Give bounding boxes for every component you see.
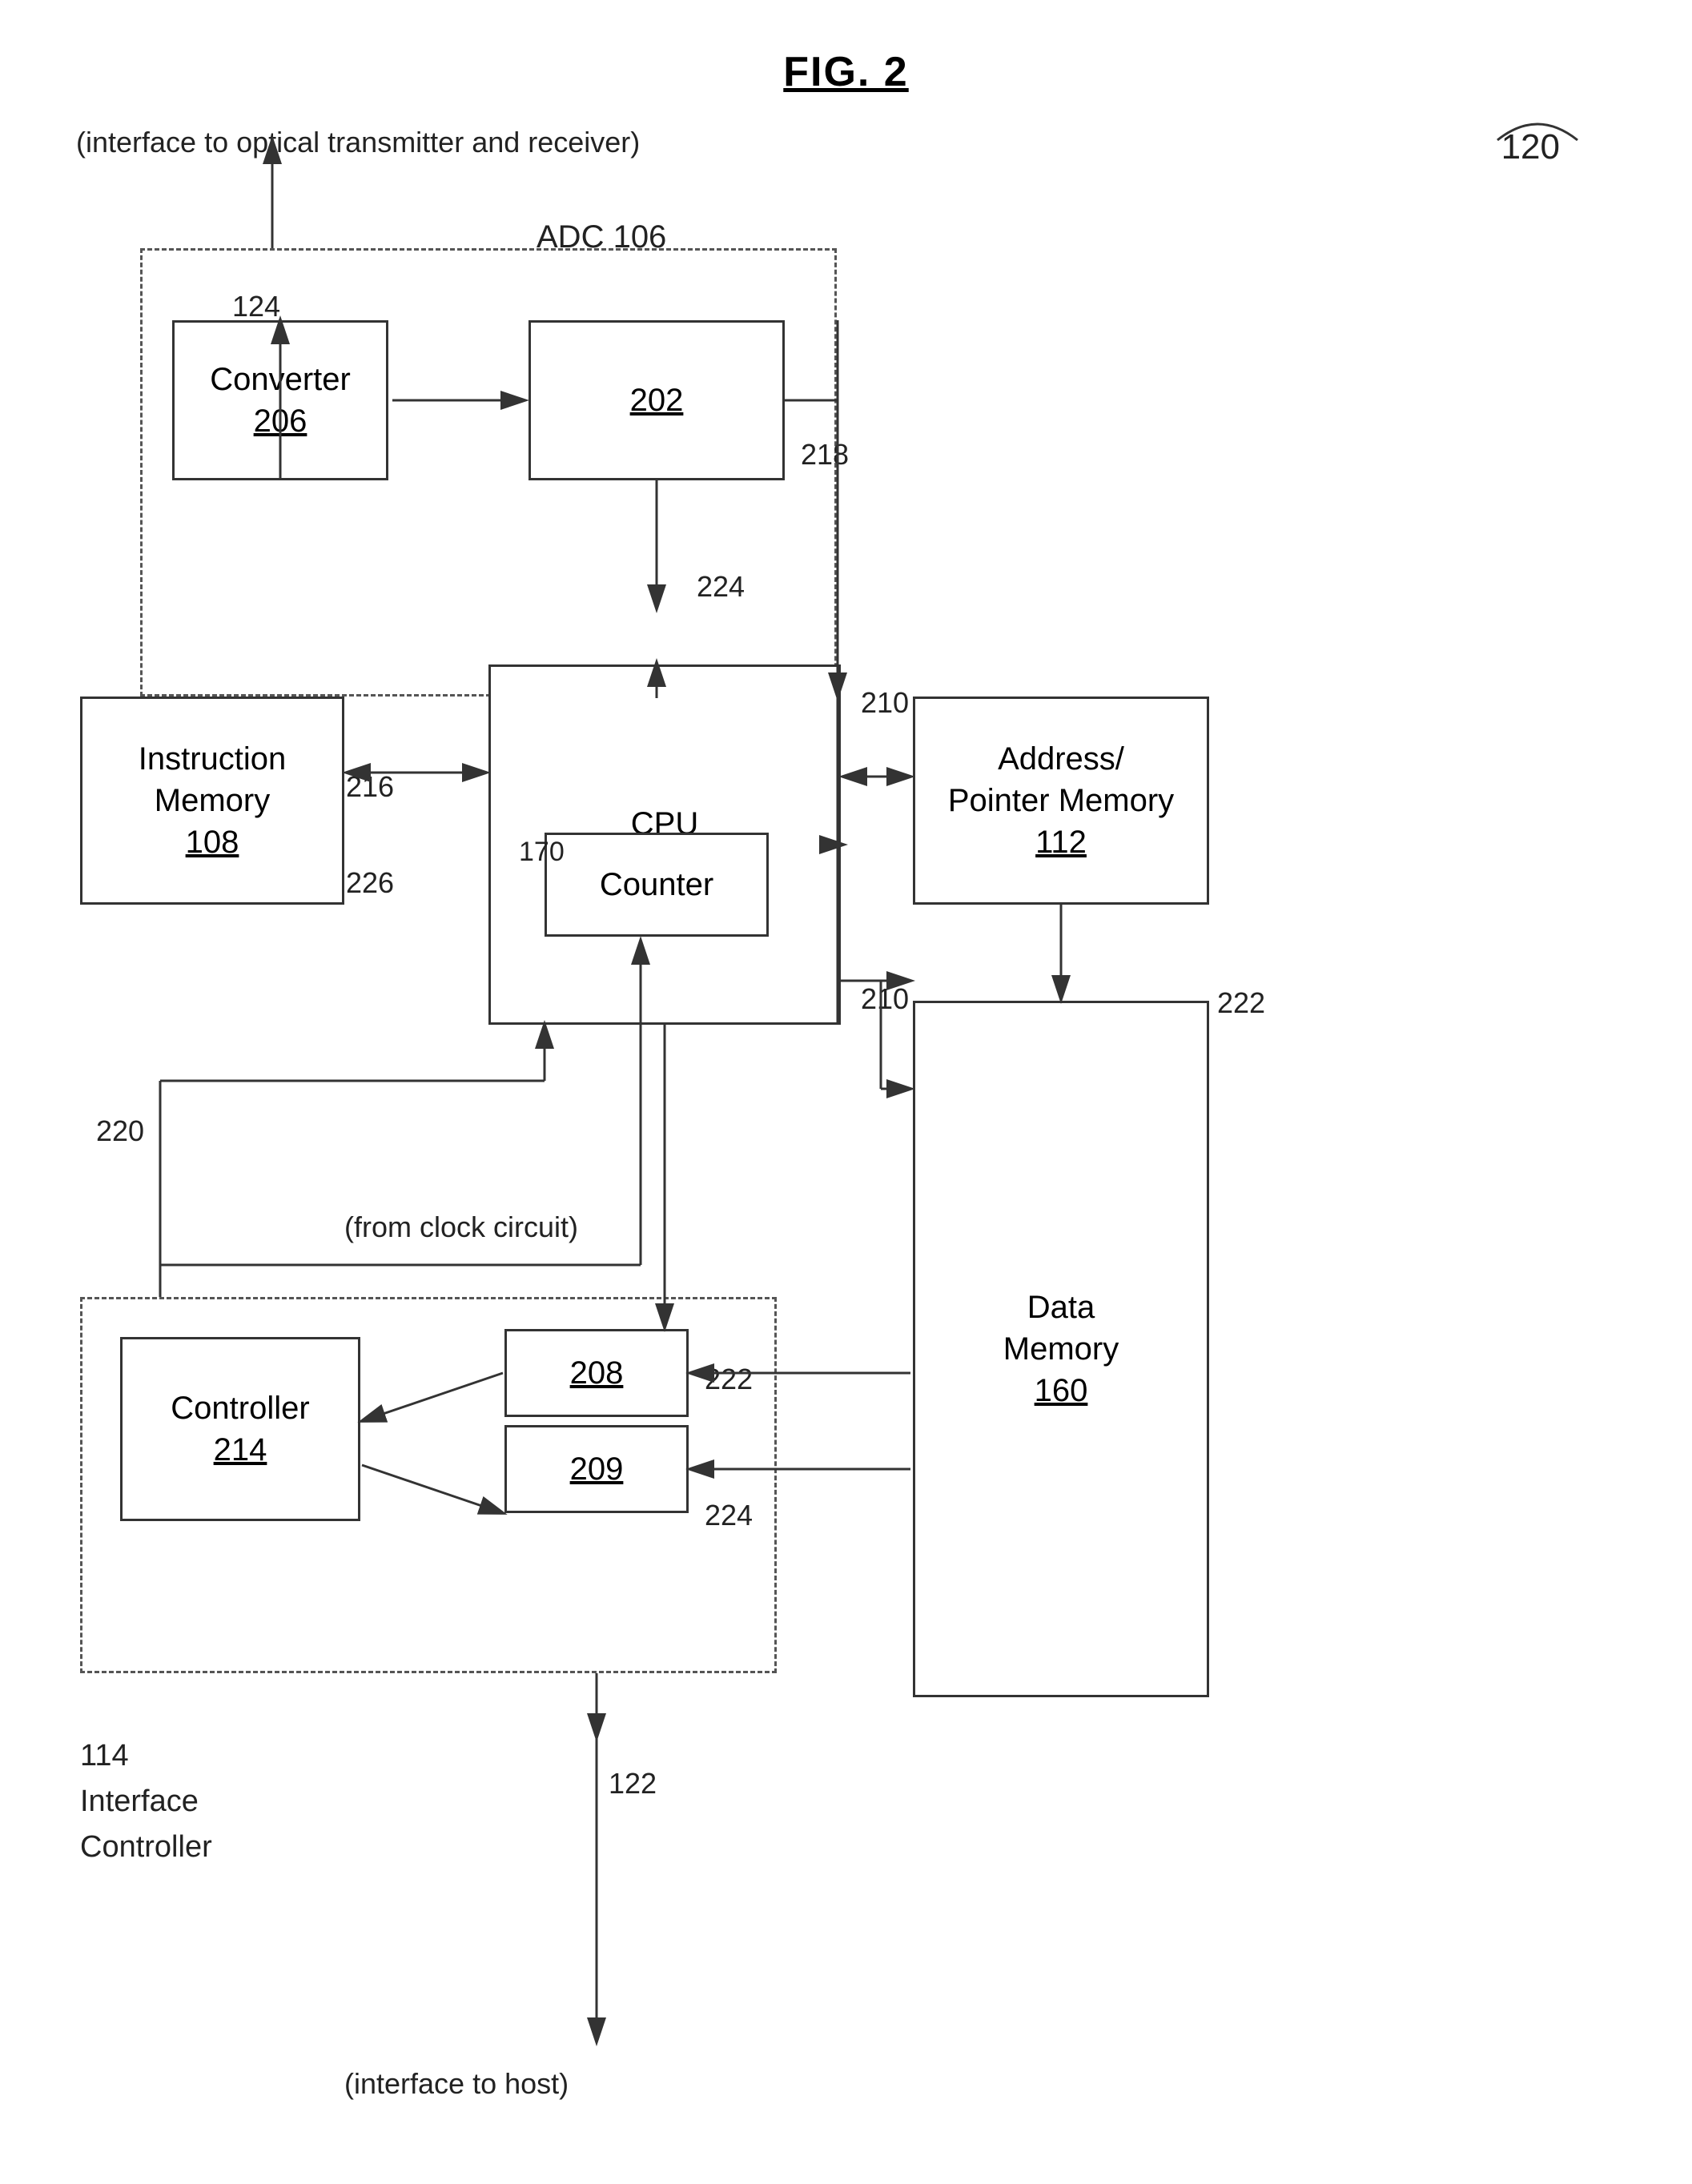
counter-ref: 170	[519, 834, 565, 869]
ref-210-top: 210	[861, 685, 909, 722]
apm-label: Address/Pointer Memory	[948, 738, 1174, 821]
instruction-memory-box: InstructionMemory 108	[80, 697, 344, 905]
dm-number: 160	[1035, 1370, 1088, 1411]
interface-optical-label: (interface to optical transmitter and re…	[76, 124, 640, 162]
ref-122: 122	[609, 1765, 657, 1803]
interface-controller-label: 114InterfaceController	[80, 1733, 212, 1870]
converter-box: Converter 206	[172, 320, 388, 480]
address-pointer-memory-box: Address/Pointer Memory 112	[913, 697, 1209, 905]
ref-224-top: 224	[697, 568, 745, 606]
box209: 209	[504, 1425, 689, 1513]
converter-label: Converter	[210, 359, 351, 400]
ref-218: 218	[801, 436, 849, 474]
im-label: InstructionMemory	[139, 738, 287, 821]
apm-number: 112	[1035, 821, 1087, 863]
counter-box: Counter	[545, 833, 769, 937]
ref-222-mid: 222	[705, 1361, 753, 1399]
box208-number: 208	[570, 1352, 624, 1394]
dm-label: DataMemory	[1003, 1287, 1119, 1370]
interface-host-label: (interface to host)	[344, 2066, 569, 2103]
box202-number: 202	[630, 379, 684, 421]
controller-box: Controller 214	[120, 1337, 360, 1521]
from-clock-label: (from clock circuit)	[344, 1209, 578, 1247]
ctrl-label: Controller	[171, 1387, 309, 1429]
box202: 202	[528, 320, 785, 480]
ref-220: 220	[96, 1113, 144, 1150]
box208: 208	[504, 1329, 689, 1417]
ref-210-mid: 210	[861, 981, 909, 1018]
box209-number: 209	[570, 1448, 624, 1490]
data-memory-box: DataMemory 160	[913, 1001, 1209, 1697]
converter-number: 206	[254, 400, 307, 442]
ref-224-bot: 224	[705, 1497, 753, 1535]
ref-216: 216	[346, 769, 394, 806]
im-number: 108	[186, 821, 239, 863]
counter-label: Counter	[600, 864, 713, 905]
system-label: 120	[1501, 124, 1560, 170]
diagram-container: FIG. 2 120 (interface to optical transmi…	[0, 0, 1692, 2184]
ref-222-top: 222	[1217, 985, 1265, 1022]
ctrl-number: 214	[214, 1429, 267, 1471]
figure-title: FIG. 2	[783, 48, 908, 96]
ref-226: 226	[346, 865, 394, 902]
